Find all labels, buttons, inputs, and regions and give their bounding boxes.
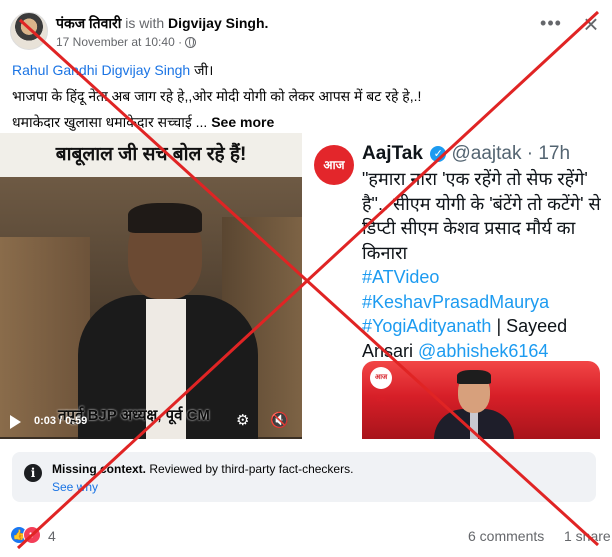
info-icon: i bbox=[24, 464, 42, 482]
tweet-body: "हमारा नारा 'एक रहेंगे तो सेफ रहेंगे' है… bbox=[362, 167, 607, 363]
aajtak-logo: आज तक bbox=[314, 145, 354, 212]
tweet-handle: @aajtak · 17h bbox=[451, 143, 571, 164]
shares-count[interactable]: 1 share bbox=[564, 528, 611, 544]
author-name[interactable]: पंकज तिवारी bbox=[56, 15, 121, 31]
post-text: Rahul Gandhi Digvijay Singh जी। भाजपा के… bbox=[12, 57, 602, 135]
aajtak-logo-small: आज तक bbox=[370, 367, 392, 403]
tweet-text: "हमारा नारा 'एक रहेंगे तो सेफ रहेंगे' है… bbox=[362, 169, 601, 263]
author-line: पंकज तिवारी is with Digvijay Singh. bbox=[56, 14, 268, 33]
fact-check-description: Reviewed by third-party fact-checkers. bbox=[146, 462, 354, 476]
tweet-credit-name: Ansari bbox=[362, 340, 419, 361]
post-text-line-1-rest: जी। bbox=[190, 62, 214, 78]
post-header: पंकज तिवारी is with Digvijay Singh. 17 N… bbox=[10, 8, 602, 52]
close-icon[interactable]: × bbox=[576, 10, 606, 40]
post-timestamp[interactable]: 17 November at 10:40 · bbox=[56, 35, 182, 49]
video-frame bbox=[0, 177, 302, 439]
globe-icon bbox=[185, 36, 197, 48]
video-player[interactable]: बाबूलाल जी सच बोल रहे हैं! तपूर्व BJP अध… bbox=[0, 133, 302, 439]
anchor-hair bbox=[457, 370, 491, 384]
speaker-hair bbox=[128, 203, 202, 233]
tagged-person[interactable]: Digvijay Singh. bbox=[168, 15, 268, 31]
fact-check-label: Missing context. bbox=[52, 462, 147, 476]
tweet-hashtag: #YogiAdityanath bbox=[362, 316, 492, 336]
tagged-pages-link[interactable]: Rahul Gandhi Digvijay Singh bbox=[12, 62, 190, 78]
tweet-account-name: AajTak bbox=[362, 143, 423, 164]
see-more-link[interactable]: See more bbox=[211, 114, 274, 130]
post-text-line-3-text: धमाकेदार खुलासा धमाकेदार सच्चाई ... bbox=[12, 114, 212, 130]
video-banner-text: बाबूलाल जी सच बोल रहे हैं! bbox=[0, 133, 302, 177]
reaction-count[interactable]: 4 bbox=[48, 528, 56, 544]
anchor-tie bbox=[470, 411, 478, 439]
post-meta: 17 November at 10:40 · bbox=[56, 35, 197, 49]
with-text: is with bbox=[125, 15, 165, 31]
comments-count[interactable]: 6 comments bbox=[468, 528, 544, 544]
post-text-line-2: भाजपा के हिंदू नेता अब जाग रहे हे,,ओर मो… bbox=[12, 88, 422, 104]
settings-icon[interactable]: ⚙ bbox=[236, 413, 252, 429]
post-media: बाबूलाल जी सच बोल रहे हैं! तपूर्व BJP अध… bbox=[0, 133, 612, 439]
play-icon[interactable] bbox=[10, 415, 21, 429]
tweet-image: आज तक bbox=[362, 361, 600, 439]
verified-icon: ✓ bbox=[430, 146, 447, 162]
tweet-credit-handle: @abhishek6164 bbox=[418, 340, 549, 361]
post-text-line-3: धमाकेदार खुलासा धमाकेदार सच्चाई ... See … bbox=[12, 109, 602, 135]
love-icon[interactable]: ♥ bbox=[23, 526, 41, 544]
video-controls: 0:03 / 0:59 ⚙ 🔇 bbox=[0, 405, 302, 439]
more-options-icon[interactable]: ••• bbox=[538, 12, 564, 38]
volume-icon[interactable]: 🔇 bbox=[270, 411, 290, 431]
fact-check-text: Missing context. Reviewed by third-party… bbox=[52, 462, 353, 476]
video-time: 0:03 / 0:59 bbox=[34, 415, 88, 427]
tweet-hashtag: #KeshavPrasadMaurya bbox=[362, 291, 550, 312]
see-why-link[interactable]: See why bbox=[52, 480, 98, 494]
fact-check-notice: i Missing context. Reviewed by third-par… bbox=[12, 452, 596, 502]
post-footer: 👍 ♥ 4 6 comments 1 share bbox=[10, 522, 611, 548]
embedded-tweet[interactable]: आज तक AajTak ✓ @aajtak · 17h "हमारा नारा… bbox=[302, 133, 612, 439]
tweet-credit: | Sayeed bbox=[491, 316, 568, 336]
post-text-line-1: Rahul Gandhi Digvijay Singh जी। bbox=[12, 57, 602, 83]
author-avatar[interactable] bbox=[10, 12, 48, 50]
tweet-header: AajTak ✓ @aajtak · 17h bbox=[362, 143, 570, 165]
tweet-hashtag: #ATVideo bbox=[362, 267, 440, 287]
